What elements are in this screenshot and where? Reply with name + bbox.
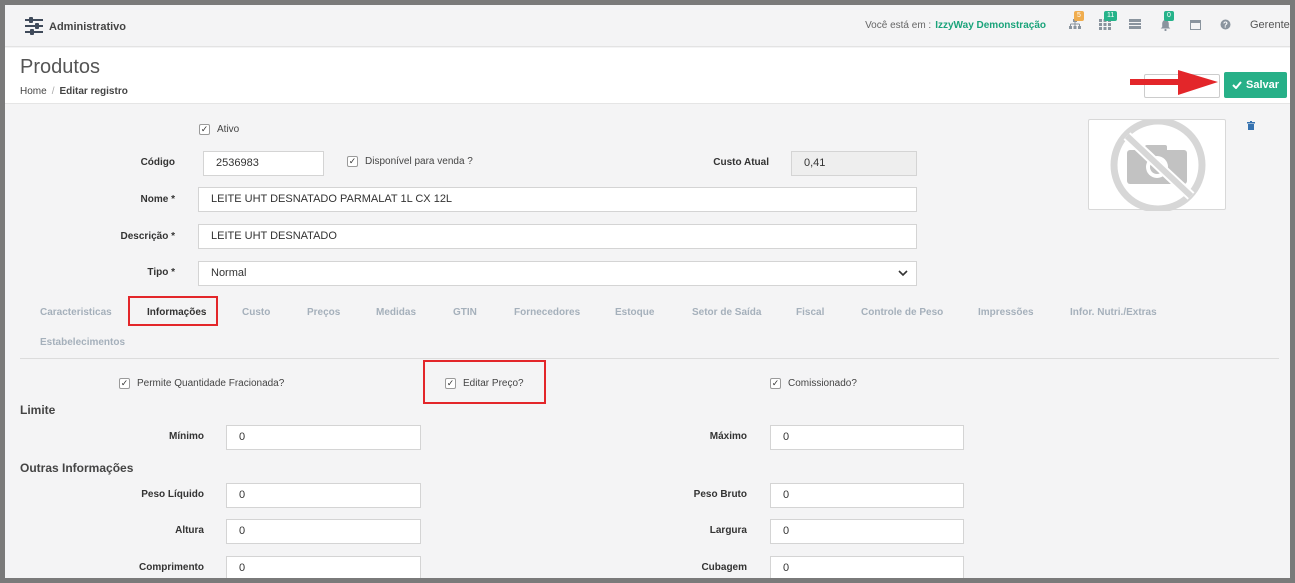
page-header: Produtos Home / Editar registro Salvar: [5, 48, 1290, 104]
grid-badge: 11: [1104, 11, 1118, 21]
peso-bruto-input[interactable]: 0: [770, 483, 964, 508]
tab-precos[interactable]: Preços: [307, 307, 340, 318]
calendar-icon[interactable]: [1188, 19, 1202, 31]
peso-liquido-label: Peso Líquido: [141, 489, 204, 500]
codigo-label: Código: [140, 157, 175, 168]
bell-badge: 0: [1164, 11, 1174, 21]
check-icon: [1232, 81, 1242, 89]
check-icon: ✓: [347, 156, 358, 167]
chevron-down-icon: [898, 270, 908, 277]
tray-icon[interactable]: [1128, 19, 1142, 31]
app-title: Administrativo: [49, 21, 127, 33]
custo-label: Custo Atual: [713, 157, 769, 168]
top-bar: Administrativo Você está em : IzzyWay De…: [5, 5, 1290, 47]
altura-input[interactable]: 0: [226, 519, 421, 544]
breadcrumb-current: Editar registro: [59, 86, 128, 97]
save-button[interactable]: Salvar: [1224, 72, 1287, 98]
tab-controle-de-peso[interactable]: Controle de Peso: [861, 307, 943, 318]
nome-input[interactable]: LEITE UHT DESNATADO PARMALAT 1L CX 12L: [198, 187, 917, 212]
brand[interactable]: Administrativo: [25, 17, 127, 35]
sliders-icon: [25, 17, 43, 35]
grid-icon[interactable]: 11: [1098, 11, 1118, 31]
app-window: Administrativo Você está em : IzzyWay De…: [5, 5, 1290, 578]
tab-impressoes[interactable]: Impressões: [978, 307, 1034, 318]
breadcrumb-separator: /: [51, 86, 55, 97]
annotation-box-informacoes: [128, 296, 218, 326]
outras-section-title: Outras Informações: [20, 461, 134, 475]
tab-fornecedores[interactable]: Fornecedores: [514, 307, 580, 318]
custo-input: 0,41: [791, 151, 917, 176]
tab-gtin[interactable]: GTIN: [453, 307, 477, 318]
sitemap-icon[interactable]: 5: [1068, 11, 1084, 31]
comissionado-checkbox[interactable]: ✓ Comissionado?: [770, 378, 857, 389]
svg-text:?: ?: [1223, 20, 1228, 29]
breadcrumb: Home / Editar registro: [20, 86, 128, 97]
annotation-box-editar-preco: [423, 360, 546, 404]
tabs-divider: [20, 358, 1279, 359]
minimo-input[interactable]: 0: [226, 425, 421, 450]
cubagem-label: Cubagem: [701, 562, 747, 573]
cubagem-input[interactable]: 0: [770, 556, 964, 578]
help-icon[interactable]: ?: [1218, 19, 1232, 31]
product-photo[interactable]: [1088, 117, 1226, 213]
comprimento-input[interactable]: 0: [226, 556, 421, 578]
annotation-arrow-icon: [1130, 70, 1218, 95]
limite-section-title: Limite: [20, 403, 56, 417]
location-label: Você está em :: [865, 19, 932, 31]
user-menu[interactable]: Gerente: [1250, 19, 1290, 31]
disponivel-label: Disponível para venda ?: [365, 156, 473, 167]
tipo-select[interactable]: Normal: [198, 261, 917, 286]
tipo-label: Tipo *: [147, 267, 175, 278]
peso-bruto-label: Peso Bruto: [693, 489, 747, 500]
trash-icon[interactable]: [1247, 121, 1255, 133]
maximo-input[interactable]: 0: [770, 425, 964, 450]
minimo-label: Mínimo: [169, 431, 204, 442]
comprimento-label: Comprimento: [139, 562, 204, 573]
check-icon: ✓: [199, 124, 210, 135]
tab-medidas[interactable]: Medidas: [376, 307, 416, 318]
fracionada-label: Permite Quantidade Fracionada?: [137, 378, 285, 389]
tab-caracteristicas[interactable]: Caracteristicas: [40, 307, 112, 318]
tab-fiscal[interactable]: Fiscal: [796, 307, 824, 318]
largura-input[interactable]: 0: [770, 519, 964, 544]
descricao-input[interactable]: LEITE UHT DESNATADO: [198, 224, 917, 249]
tab-estoque[interactable]: Estoque: [615, 307, 654, 318]
check-icon: ✓: [770, 378, 781, 389]
tab-custo[interactable]: Custo: [242, 307, 270, 318]
peso-liquido-input[interactable]: 0: [226, 483, 421, 508]
disponivel-checkbox[interactable]: ✓ Disponível para venda ?: [347, 156, 473, 167]
tab-setor-de-saida[interactable]: Setor de Saída: [692, 307, 761, 318]
no-photo-icon: [1110, 117, 1206, 213]
check-icon: ✓: [119, 378, 130, 389]
save-label: Salvar: [1245, 79, 1280, 91]
sitemap-badge: 5: [1074, 11, 1084, 21]
maximo-label: Máximo: [709, 431, 747, 442]
fracionada-checkbox[interactable]: ✓ Permite Quantidade Fracionada?: [119, 378, 284, 389]
nome-label: Nome *: [140, 194, 175, 205]
tipo-selected-value: Normal: [211, 267, 247, 279]
codigo-input[interactable]: 2536983: [203, 151, 324, 176]
top-right-bar: Você está em : IzzyWay Demonstração 5 11…: [865, 11, 1290, 32]
ativo-checkbox[interactable]: ✓ Ativo: [199, 124, 239, 135]
comissionado-label: Comissionado?: [788, 378, 857, 389]
company-link[interactable]: IzzyWay Demonstração: [935, 20, 1046, 31]
breadcrumb-home[interactable]: Home: [20, 86, 47, 97]
tab-estabelecimentos[interactable]: Estabelecimentos: [40, 337, 125, 348]
descricao-label: Descrição *: [120, 231, 175, 242]
largura-label: Largura: [709, 525, 747, 536]
page-title: Produtos: [20, 56, 101, 78]
ativo-label: Ativo: [217, 124, 240, 135]
altura-label: Altura: [175, 525, 204, 536]
tab-infor-nutri-extras[interactable]: Infor. Nutri./Extras: [1070, 307, 1157, 318]
bell-icon[interactable]: 0: [1158, 11, 1174, 32]
